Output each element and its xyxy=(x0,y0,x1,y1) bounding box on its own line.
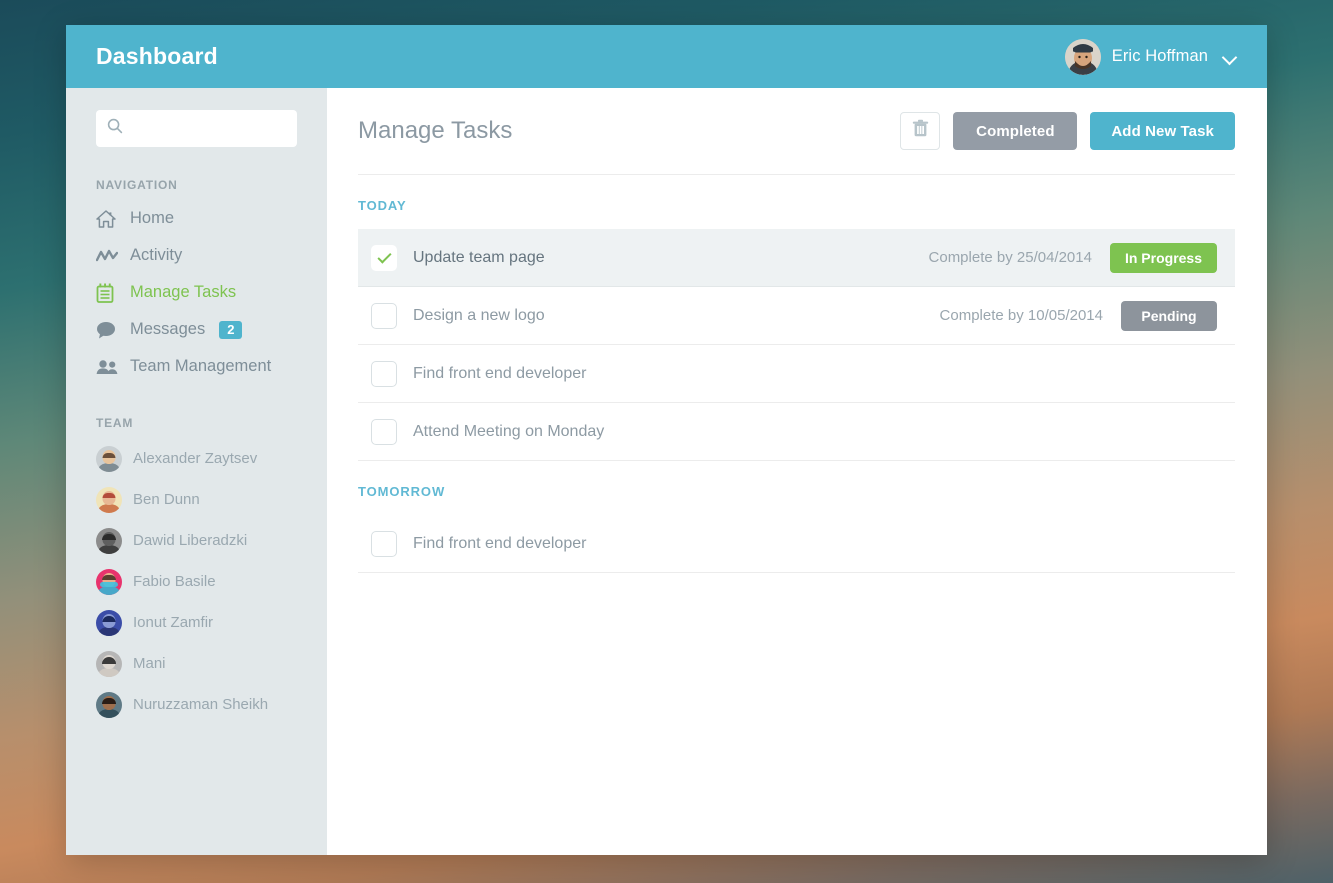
task-row[interactable]: Attend Meeting on Monday xyxy=(358,403,1235,461)
check-icon xyxy=(376,248,392,264)
team-member-name: Fabio Basile xyxy=(133,573,216,590)
team-member-item[interactable]: Fabio Basile xyxy=(66,561,327,602)
group-label-tomorrow: TOMORROW xyxy=(358,484,446,499)
task-title: Design a new logo xyxy=(413,306,545,324)
avatar xyxy=(1064,38,1101,75)
page-title-header: Dashboard xyxy=(96,43,218,69)
completed-button[interactable]: Completed xyxy=(953,112,1078,150)
app-window: Dashboard Eric Hoffman NAVIGATION Home A… xyxy=(66,25,1267,855)
team-member-item[interactable]: Nuruzzaman Sheikh xyxy=(66,684,327,725)
sidebar-item-activity[interactable]: Activity xyxy=(66,237,327,274)
task-checkbox[interactable] xyxy=(371,302,397,329)
people-icon xyxy=(96,359,120,375)
header-actions: Completed Add New Task xyxy=(900,112,1235,150)
avatar xyxy=(96,445,122,472)
team-member-name: Mani xyxy=(133,655,166,672)
task-title: Update team page xyxy=(413,248,545,266)
activity-chart-icon xyxy=(96,249,120,263)
page-title: Manage Tasks xyxy=(358,117,513,144)
body-split: NAVIGATION Home Activity Manage Tasks Me… xyxy=(66,88,1267,855)
sidebar-item-label: Home xyxy=(130,209,175,227)
task-checkbox[interactable] xyxy=(371,244,397,271)
home-icon xyxy=(96,209,120,228)
status-badge[interactable]: Pending xyxy=(1121,300,1217,331)
team-section-label: TEAM xyxy=(96,416,134,430)
team-member-item[interactable]: Dawid Liberadzki xyxy=(66,520,327,561)
avatar xyxy=(96,568,122,595)
task-row[interactable]: Design a new logo Complete by 10/05/2014… xyxy=(358,287,1235,345)
task-row[interactable]: Update team page Complete by 25/04/2014 … xyxy=(358,229,1235,287)
team-member-item[interactable]: Alexander Zaytsev xyxy=(66,438,327,479)
task-title: Find front end developer xyxy=(413,534,587,552)
delete-tasks-button[interactable] xyxy=(900,112,941,150)
search-box[interactable] xyxy=(96,110,297,147)
navigation-section-label: NAVIGATION xyxy=(96,178,178,192)
sidebar-item-team-management[interactable]: Team Management xyxy=(66,348,327,385)
sidebar-item-label: Messages xyxy=(130,320,206,338)
sidebar: NAVIGATION Home Activity Manage Tasks Me… xyxy=(66,88,327,855)
sidebar-item-label: Activity xyxy=(130,246,183,264)
avatar xyxy=(96,486,122,513)
chat-bubble-icon xyxy=(96,321,120,339)
task-checkbox[interactable] xyxy=(371,418,397,445)
team-member-name: Dawid Liberadzki xyxy=(133,532,248,549)
search-input[interactable] xyxy=(131,120,286,137)
avatar xyxy=(96,609,122,636)
sidebar-item-label: Team Management xyxy=(130,357,272,375)
task-row[interactable]: Find front end developer xyxy=(358,515,1235,573)
team-member-item[interactable]: Ionut Zamfir xyxy=(66,602,327,643)
task-checkbox[interactable] xyxy=(371,360,397,387)
sidebar-item-home[interactable]: Home xyxy=(66,200,327,237)
task-checkbox[interactable] xyxy=(371,530,397,557)
task-title: Attend Meeting on Monday xyxy=(413,422,605,440)
task-due-date: Complete by 25/04/2014 xyxy=(928,249,1092,266)
task-title: Find front end developer xyxy=(413,364,587,382)
user-menu[interactable]: Eric Hoffman xyxy=(1064,38,1237,75)
user-name: Eric Hoffman xyxy=(1111,47,1208,65)
sidebar-item-manage-tasks[interactable]: Manage Tasks xyxy=(66,274,327,311)
group-label-today: TODAY xyxy=(358,198,407,213)
chevron-down-icon[interactable] xyxy=(1223,50,1237,64)
team-member-item[interactable]: Ben Dunn xyxy=(66,479,327,520)
sidebar-item-messages[interactable]: Messages 2 xyxy=(66,311,327,348)
trash-icon xyxy=(912,119,929,143)
messages-badge: 2 xyxy=(219,320,243,339)
avatar xyxy=(96,691,122,718)
notepad-icon xyxy=(96,283,120,303)
team-member-name: Ben Dunn xyxy=(133,491,200,508)
team-member-name: Nuruzzaman Sheikh xyxy=(133,696,269,713)
avatar xyxy=(96,527,122,554)
sidebar-item-label: Manage Tasks xyxy=(130,283,237,301)
main-content: Manage Tasks Completed Add New Task TODA… xyxy=(327,88,1267,855)
team-member-name: Alexander Zaytsev xyxy=(133,450,258,467)
app-header: Dashboard Eric Hoffman xyxy=(66,25,1267,88)
task-due-date: Complete by 10/05/2014 xyxy=(939,307,1103,324)
task-row[interactable]: Find front end developer xyxy=(358,345,1235,403)
add-new-task-button[interactable]: Add New Task xyxy=(1090,112,1235,150)
team-member-item[interactable]: Mani xyxy=(66,643,327,684)
team-member-name: Ionut Zamfir xyxy=(133,614,214,631)
search-icon xyxy=(107,118,123,139)
avatar xyxy=(96,650,122,677)
content-header: Manage Tasks Completed Add New Task xyxy=(358,112,1235,175)
status-badge[interactable]: In Progress xyxy=(1109,242,1217,273)
